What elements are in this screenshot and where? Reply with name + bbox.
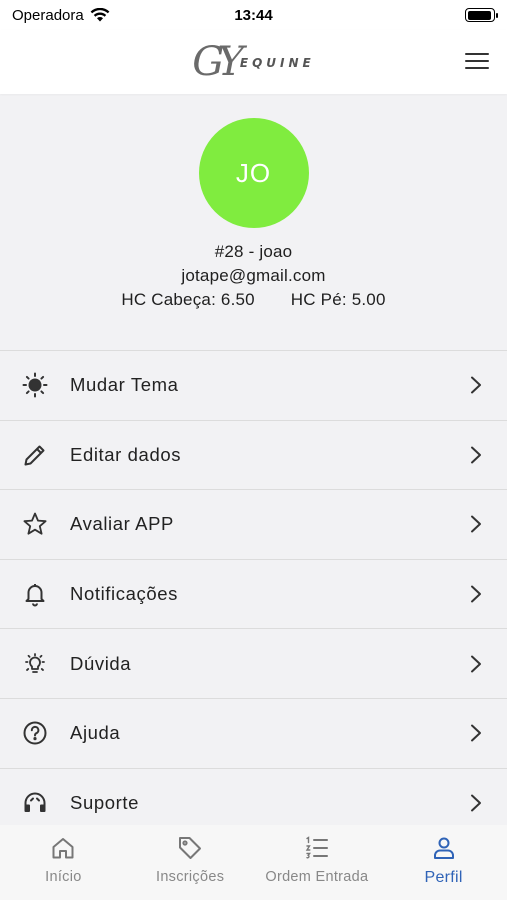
avatar-initials: JO [235,157,272,188]
chevron-right-icon [467,515,485,533]
tab-label: Inscrições [155,869,225,885]
tab-inicio[interactable]: Início [0,825,127,900]
star-icon [22,511,48,537]
hamburger-line [465,66,489,69]
status-bar: Operadora 13:44 [0,0,507,30]
tab-perfil[interactable]: Perfil [380,825,507,900]
menu-item-label: Avaliar APP [70,513,174,535]
avatar: JO [198,118,309,228]
carrier-label: Operadora [12,6,84,24]
hc-cabeca: HC Cabeça: 6.50 [121,290,255,309]
menu-item-duvida[interactable]: Dúvida [0,629,507,699]
tab-label: Início [45,869,82,885]
sun-icon [22,372,48,398]
menu-item-ajuda[interactable]: Ajuda [0,699,507,769]
logo-text: EQUINE [239,56,315,70]
pencil-icon [22,442,48,468]
battery-icon [465,8,498,22]
tab-label: Ordem Entrada [265,869,369,885]
app-logo: GY EQUINE [192,42,315,82]
menu-item-label: Suporte [70,791,139,813]
hc-pe: HC Pé: 5.00 [290,290,386,309]
tab-ordem-entrada[interactable]: Ordem Entrada [254,825,381,900]
hamburger-menu-button[interactable] [465,50,489,72]
app-header: GY EQUINE [0,30,507,94]
headset-icon [22,790,48,816]
chevron-right-icon [467,724,485,742]
wifi-icon [90,8,110,22]
logo-mark: GY [192,39,244,85]
profile-email: jotape@gmail.com [181,266,326,285]
battery-level [467,10,492,20]
menu-item-label: Mudar Tema [70,374,179,396]
bell-icon [22,581,48,607]
menu-item-label: Ajuda [70,722,121,744]
tag-icon [177,835,203,861]
person-icon [431,835,457,861]
tab-label: Perfil [424,869,463,886]
chevron-right-icon [467,376,485,394]
profile-section: JO #28 - joao jotape@gmail.com HC Cabeça… [0,94,507,350]
hamburger-line [465,53,489,56]
menu-item-label: Dúvida [70,652,132,674]
chevron-right-icon [467,655,485,673]
hamburger-line [465,59,489,63]
handicaps: HC Cabeça: 6.50 HC Pé: 5.00 [0,288,507,312]
home-icon [50,835,76,861]
chevron-right-icon [467,585,485,603]
lightbulb-icon [22,651,48,677]
help-circle-icon [22,720,48,746]
chevron-right-icon [467,794,485,812]
chevron-right-icon [467,446,485,464]
menu-item-mudar-tema[interactable]: Mudar Tema [0,351,507,421]
tab-inscricoes[interactable]: Inscrições [127,825,254,900]
menu-item-label: Editar dados [70,443,182,465]
bottom-tab-bar: Início Inscrições Ordem Entrada Perfil [0,825,507,900]
menu-item-notificacoes[interactable]: Notificações [0,560,507,630]
menu-item-editar-dados[interactable]: Editar dados [0,421,507,491]
menu-item-avaliar-app[interactable]: Avaliar APP [0,490,507,560]
profile-menu-list: Mudar Tema Editar dados Avaliar APP Noti… [0,350,507,839]
status-left: Operadora [12,7,110,24]
profile-id-name: #28 - joao [214,242,293,261]
ordered-list-icon [304,835,330,861]
menu-item-label: Notificações [70,583,178,605]
